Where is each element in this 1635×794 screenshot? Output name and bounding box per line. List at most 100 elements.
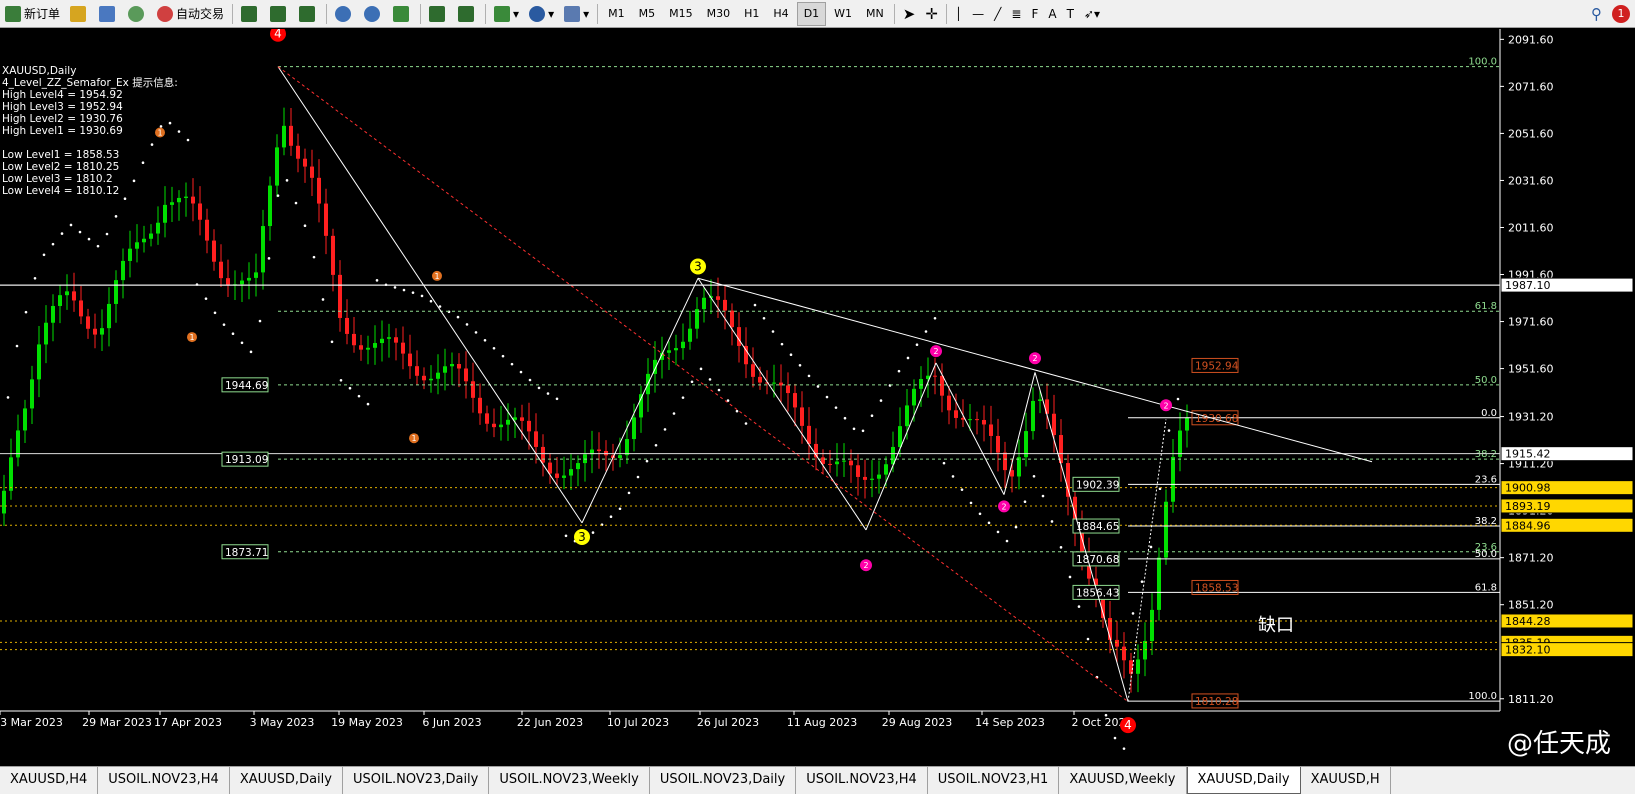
fib-label: 61.8 bbox=[1475, 301, 1497, 312]
strategy-tester-button[interactable] bbox=[95, 2, 122, 26]
candle-body bbox=[604, 450, 608, 456]
tile-windows-button[interactable] bbox=[389, 2, 416, 26]
timeframe-m1[interactable]: M1 bbox=[602, 2, 631, 26]
sar-dot bbox=[609, 515, 613, 518]
sar-dot bbox=[1167, 429, 1171, 432]
chart-tab[interactable]: XAUUSD,Weekly bbox=[1059, 767, 1187, 794]
auto-trade-button[interactable]: 自动交易 bbox=[153, 2, 228, 26]
sar-dot bbox=[321, 298, 325, 301]
date-label: 6 Jun 2023 bbox=[422, 716, 481, 729]
candle-body bbox=[863, 476, 867, 480]
chart-tab[interactable]: USOIL.NOV23,Daily bbox=[343, 767, 490, 794]
vertical-line-tool[interactable]: │ bbox=[951, 2, 966, 26]
search-button[interactable]: ⚲ bbox=[1587, 2, 1606, 26]
sar-dot bbox=[906, 356, 910, 360]
chart-tab[interactable]: XAUUSD,H4 bbox=[0, 767, 99, 794]
crosshair-tool[interactable]: ✛ bbox=[921, 2, 942, 26]
date-label: 26 Jul 2023 bbox=[697, 716, 759, 729]
value-box-label: 1873.71 bbox=[225, 547, 268, 559]
sar-dot bbox=[438, 305, 442, 308]
sar-dot bbox=[1059, 546, 1063, 549]
text-label-tool[interactable]: T bbox=[1063, 2, 1078, 26]
date-label: 13 Mar 2023 bbox=[0, 716, 63, 729]
candle-body bbox=[905, 405, 909, 427]
zoom-out-icon bbox=[364, 5, 381, 22]
candle-body bbox=[268, 185, 272, 227]
bar-chart-button[interactable] bbox=[237, 2, 264, 26]
semafor-number: 3 bbox=[694, 260, 702, 274]
chart-tab[interactable]: USOIL.NOV23,Daily bbox=[650, 767, 797, 794]
candle-body bbox=[317, 177, 321, 204]
cursor-tool[interactable]: ➤ bbox=[899, 2, 920, 26]
trend-line bbox=[697, 277, 1373, 463]
sar-dot bbox=[762, 316, 766, 320]
candlestick-button[interactable] bbox=[266, 2, 293, 26]
channel-tool[interactable]: ≣ bbox=[1007, 2, 1025, 26]
candle-body bbox=[100, 328, 104, 335]
chart-shift-button[interactable] bbox=[425, 2, 452, 26]
arrows-tool[interactable]: ➶▾ bbox=[1080, 2, 1104, 26]
periods-button[interactable]: ▾ bbox=[525, 2, 558, 26]
price-tick-label: 1871.20 bbox=[1508, 552, 1554, 565]
timeframe-m5[interactable]: M5 bbox=[633, 2, 662, 26]
timeframe-d1[interactable]: D1 bbox=[796, 1, 827, 26]
chart-tab[interactable]: XAUUSD,Daily bbox=[230, 767, 343, 794]
sar-dot bbox=[807, 374, 811, 378]
fib-label: 50.0 bbox=[1475, 375, 1497, 386]
new-order-button[interactable]: 新订单 bbox=[1, 2, 64, 26]
sar-dot bbox=[744, 422, 748, 425]
text-tool[interactable]: A bbox=[1044, 2, 1060, 26]
timeframe-mn[interactable]: MN bbox=[860, 2, 890, 26]
zoom-out-button[interactable] bbox=[360, 2, 387, 26]
indicators-button[interactable]: ▾ bbox=[490, 2, 523, 26]
chart-tab[interactable]: USOIL.NOV23,H4 bbox=[796, 767, 928, 794]
timeframe-h1[interactable]: H1 bbox=[738, 2, 765, 26]
timeframe-h4[interactable]: H4 bbox=[767, 2, 794, 26]
candle-body bbox=[107, 303, 111, 329]
sar-dot bbox=[1077, 605, 1081, 608]
candle-body bbox=[471, 381, 475, 398]
chart-tab[interactable]: XAUUSD,Daily bbox=[1186, 767, 1301, 794]
fib-label: 38.2 bbox=[1475, 449, 1497, 460]
sar-dot bbox=[357, 394, 361, 398]
candle-body bbox=[877, 474, 881, 479]
zigzag-line bbox=[865, 362, 937, 531]
chart-tabs: XAUUSD,H4 USOIL.NOV23,H4 XAUUSD,Daily USOIL… bbox=[0, 766, 1635, 794]
chart-tab[interactable]: USOIL.NOV23,Weekly bbox=[489, 767, 650, 794]
channel-icon: ≣ bbox=[1011, 6, 1022, 21]
chart-tab[interactable]: XAUUSD,H bbox=[1301, 767, 1391, 794]
price-tag-label: 1884.96 bbox=[1505, 519, 1551, 532]
price-chart[interactable]: 2091.60 2071.60 2051.60 2031.60 2011.60 1991.… bbox=[0, 25, 1635, 765]
timeframe-m15[interactable]: M15 bbox=[663, 2, 699, 26]
sar-dot bbox=[366, 402, 370, 406]
candle-body bbox=[37, 344, 41, 380]
semafor-number: 1 bbox=[189, 333, 194, 342]
search-icon: ⚲ bbox=[1591, 4, 1602, 23]
sar-dot bbox=[1176, 397, 1180, 401]
navigator-button[interactable] bbox=[66, 2, 93, 26]
chart-tab[interactable]: USOIL.NOV23,H1 bbox=[928, 767, 1060, 794]
autoscroll-button[interactable] bbox=[454, 2, 481, 26]
fibonacci-tool[interactable]: F bbox=[1027, 2, 1042, 26]
zoom-in-button[interactable] bbox=[331, 2, 358, 26]
sar-dot bbox=[420, 294, 424, 298]
timeframe-w1[interactable]: W1 bbox=[828, 2, 858, 26]
templates-button[interactable]: ▾ bbox=[560, 2, 593, 26]
notifications-button[interactable]: 1 bbox=[1608, 2, 1634, 26]
sar-dot bbox=[1023, 500, 1027, 503]
sar-dot bbox=[240, 341, 244, 345]
sar-dot bbox=[69, 223, 73, 227]
trendline-tool[interactable]: ╱ bbox=[990, 2, 1005, 26]
candle-body bbox=[772, 382, 776, 384]
date-label: 10 Jul 2023 bbox=[607, 716, 669, 729]
market-watch-button[interactable] bbox=[124, 2, 151, 26]
sar-dot bbox=[519, 370, 523, 374]
line-chart-button[interactable] bbox=[295, 2, 322, 26]
semafor-number: 1 bbox=[411, 434, 416, 443]
horizontal-line-tool[interactable]: — bbox=[968, 2, 988, 26]
chart-canvas[interactable]: 2091.602071.602051.602031.602011.601991.… bbox=[0, 25, 1635, 765]
candle-body bbox=[310, 166, 314, 178]
chart-tab[interactable]: USOIL.NOV23,H4 bbox=[98, 767, 230, 794]
timeframe-m30[interactable]: M30 bbox=[701, 2, 737, 26]
sar-dot bbox=[429, 299, 433, 303]
